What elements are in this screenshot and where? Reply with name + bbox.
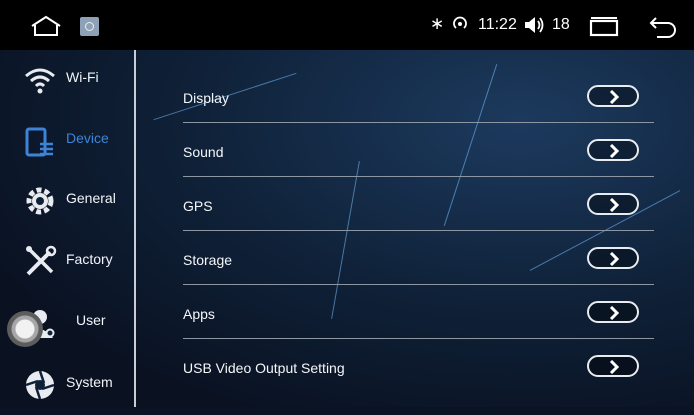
back-icon[interactable]: [648, 14, 678, 38]
sidebar-item-label: Wi-Fi: [66, 69, 99, 85]
chevron-right-icon: [609, 252, 620, 266]
sidebar-item-device[interactable]: Device: [0, 111, 134, 171]
sidebar-item-label: System: [66, 374, 113, 390]
tools-icon: [26, 245, 57, 276]
chevron-right-icon: [609, 198, 620, 212]
volume-icon: [525, 17, 544, 33]
sidebar-item-label: General: [66, 190, 116, 206]
chevron-right-icon: [609, 144, 620, 158]
device-settings-list: Display Sound GPS Storage Apps USB Video…: [136, 50, 694, 407]
bluetooth-icon: ∗: [430, 14, 445, 33]
status-bar: ∗ 11:22 18: [0, 0, 694, 50]
gear-icon: [26, 187, 54, 215]
menu-item-label: USB Video Output Setting: [183, 360, 345, 376]
volume-level: 18: [552, 16, 570, 33]
list-item-display[interactable]: Display: [136, 50, 694, 123]
chevron-right-icon: [609, 90, 620, 104]
settings-screen: ∗ 11:22 18 Wi-Fi Device General Factory …: [0, 0, 694, 407]
recent-apps-icon[interactable]: [588, 15, 620, 39]
sidebar-item-wifi[interactable]: Wi-Fi: [0, 50, 134, 110]
sidebar-item-general[interactable]: General: [0, 171, 134, 231]
sidebar-item-label: Device: [66, 130, 109, 146]
list-item-sound[interactable]: Sound: [136, 104, 694, 177]
sidebar-item-label: Factory: [66, 251, 113, 267]
sidebar-item-label: User: [76, 312, 106, 328]
device-icon: [25, 127, 53, 157]
open-usb-video-output-button[interactable]: [587, 355, 639, 377]
list-item-usb-video-output[interactable]: USB Video Output Setting: [136, 320, 694, 377]
list-item-apps[interactable]: Apps: [136, 266, 694, 339]
clock: 11:22: [478, 16, 517, 33]
home-icon[interactable]: [30, 15, 62, 37]
settings-sidebar: Wi-Fi Device General Factory User System: [0, 50, 134, 407]
app-icon[interactable]: [80, 17, 99, 36]
sidebar-item-factory[interactable]: Factory: [0, 232, 134, 292]
aperture-icon: [25, 370, 55, 400]
floating-assistive-button[interactable]: [7, 311, 43, 347]
chevron-right-icon: [609, 306, 620, 320]
list-item-storage[interactable]: Storage: [136, 212, 694, 285]
chevron-right-icon: [609, 360, 620, 374]
sidebar-item-system[interactable]: System: [0, 355, 134, 415]
wifi-hotspot-icon: [453, 16, 467, 29]
list-item-gps[interactable]: GPS: [136, 158, 694, 231]
wifi-icon: [25, 68, 55, 94]
